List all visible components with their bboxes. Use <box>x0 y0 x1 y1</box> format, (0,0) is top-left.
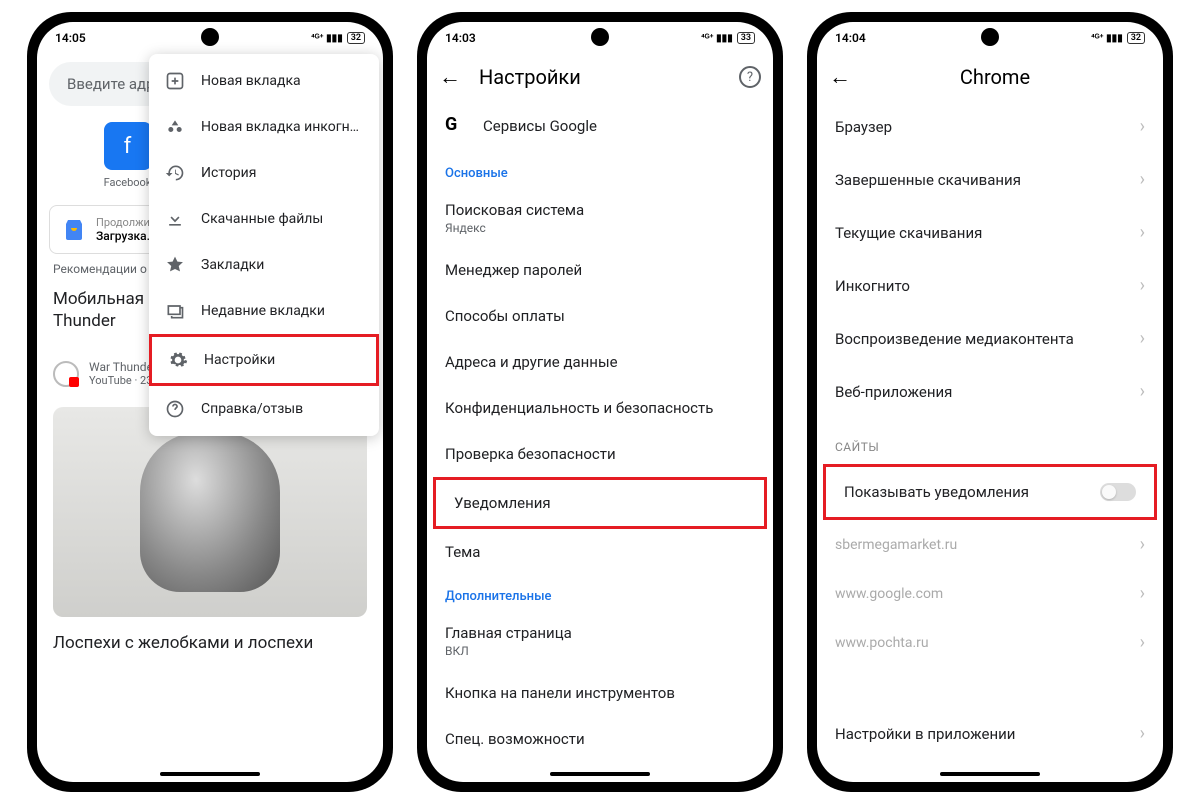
article-title: Мобильная Thunder <box>53 288 144 332</box>
menu-bookmarks[interactable]: Закладки <box>149 242 379 288</box>
overflow-menu: Новая вкладка Новая вкладка инкогн… Исто… <box>149 54 379 436</box>
row-privacy[interactable]: Конфиденциальность и безопасность <box>427 385 773 431</box>
battery-icon: 32 <box>347 32 365 44</box>
continue-sub: Загрузка. <box>96 229 155 243</box>
chevron-right-icon: › <box>1140 632 1145 653</box>
channel-avatar-icon <box>53 361 79 387</box>
help-icon[interactable]: ? <box>739 66 761 88</box>
chevron-right-icon: › <box>1140 723 1145 744</box>
chevron-right-icon: › <box>1140 169 1145 190</box>
status-icons: ⁴ᴳ⁺ ▮▮▮ 33 <box>701 32 755 44</box>
row-payment-methods[interactable]: Способы оплаты <box>427 293 773 339</box>
section-basic: Основные <box>427 152 773 189</box>
row-web-apps[interactable]: Веб-приложения› <box>817 365 1163 418</box>
nav-handle[interactable] <box>160 772 260 776</box>
row-google-services[interactable]: G Сервисы Google <box>427 100 773 152</box>
clock: 14:03 <box>445 31 476 45</box>
article-2-title: Лоспехи с желобками и лоспехи <box>37 625 383 661</box>
nav-handle[interactable] <box>550 772 650 776</box>
row-theme[interactable]: Тема <box>427 529 773 575</box>
row-addresses[interactable]: Адреса и другие данные <box>427 339 773 385</box>
chevron-right-icon: › <box>1140 275 1145 296</box>
row-toolbar-button[interactable]: Кнопка на панели инструментов <box>427 670 773 716</box>
row-safety-check[interactable]: Проверка безопасности <box>427 431 773 477</box>
site-row[interactable]: www.pochta.ru› <box>817 618 1163 667</box>
screen-3: 14:04 ⁴ᴳ⁺ ▮▮▮ 32 ← Chrome Браузер› Завер… <box>817 22 1163 782</box>
row-search-engine[interactable]: Поисковая система Яндекс <box>427 189 773 247</box>
facebook-icon: f <box>104 122 152 170</box>
phone-frame-2: 14:03 ⁴ᴳ⁺ ▮▮▮ 33 ← Настройки ? G Сервисы… <box>417 12 783 792</box>
phone-frame-1: 14:05 ⁴ᴳ⁺ ▮▮▮ 32 Введите адрес f Faceboo… <box>27 12 393 792</box>
signal-icon: ⁴ᴳ⁺ ▮▮▮ <box>311 33 343 44</box>
row-accessibility[interactable]: Спец. возможности <box>427 716 773 762</box>
chevron-right-icon: › <box>1140 222 1145 243</box>
camera-notch <box>981 28 999 46</box>
continue-title: Продолжит <box>96 216 155 229</box>
row-app-settings[interactable]: Настройки в приложении› <box>817 707 1163 760</box>
row-current-downloads[interactable]: Текущие скачивания› <box>817 206 1163 259</box>
section-advanced: Дополнительные <box>427 575 773 612</box>
settings-list[interactable]: G Сервисы Google Основные Поисковая сист… <box>427 100 773 770</box>
google-g-icon: G <box>445 114 469 138</box>
menu-history[interactable]: История <box>149 150 379 196</box>
battery-icon: 32 <box>1127 32 1145 44</box>
header: ← Chrome <box>817 54 1163 100</box>
back-arrow-icon[interactable]: ← <box>829 64 851 90</box>
nav-handle[interactable] <box>940 772 1040 776</box>
menu-downloads[interactable]: Скачанные файлы <box>149 196 379 242</box>
menu-new-tab[interactable]: Новая вкладка <box>149 58 379 104</box>
header: ← Настройки ? <box>427 54 773 100</box>
screen-2: 14:03 ⁴ᴳ⁺ ▮▮▮ 33 ← Настройки ? G Сервисы… <box>427 22 773 782</box>
phone-frame-3: 14:04 ⁴ᴳ⁺ ▮▮▮ 32 ← Chrome Браузер› Завер… <box>807 12 1173 792</box>
notification-categories: Браузер› Завершенные скачивания› Текущие… <box>817 100 1163 418</box>
menu-recent-tabs[interactable]: Недавние вкладки <box>149 288 379 334</box>
page-title: Chrome <box>869 65 1151 89</box>
article-2-image[interactable] <box>53 407 367 617</box>
battery-icon: 33 <box>737 32 755 44</box>
status-icons: ⁴ᴳ⁺ ▮▮▮ 32 <box>311 32 365 44</box>
back-arrow-icon[interactable]: ← <box>439 64 461 90</box>
chevron-right-icon: › <box>1140 381 1145 402</box>
clock: 14:04 <box>835 31 866 45</box>
page-title: Настройки <box>479 65 721 89</box>
chevron-right-icon: › <box>1140 328 1145 349</box>
site-row[interactable]: www.google.com› <box>817 569 1163 618</box>
row-completed-downloads[interactable]: Завершенные скачивания› <box>817 153 1163 206</box>
chevron-right-icon: › <box>1140 534 1145 555</box>
menu-help[interactable]: Справка/отзыв <box>149 386 379 432</box>
row-media-playback[interactable]: Воспроизведение медиаконтента› <box>817 312 1163 365</box>
row-homepage[interactable]: Главная страница ВКЛ <box>427 612 773 670</box>
chevron-right-icon: › <box>1140 116 1145 137</box>
section-sites: САЙТЫ <box>817 418 1163 464</box>
camera-notch <box>201 28 219 46</box>
row-notifications[interactable]: Уведомления <box>433 477 767 529</box>
menu-settings[interactable]: Настройки <box>149 334 379 386</box>
status-icons: ⁴ᴳ⁺ ▮▮▮ 32 <box>1091 32 1145 44</box>
signal-icon: ⁴ᴳ⁺ ▮▮▮ <box>1091 33 1123 44</box>
helmet-illustration <box>140 432 280 592</box>
site-row[interactable]: sbermegamarket.ru› <box>817 520 1163 569</box>
clock: 14:05 <box>55 31 86 45</box>
row-show-notifications[interactable]: Показывать уведомления <box>823 464 1157 520</box>
toggle-switch[interactable] <box>1100 483 1136 501</box>
chevron-right-icon: › <box>1140 583 1145 604</box>
row-browser[interactable]: Браузер› <box>817 100 1163 153</box>
screen-1: 14:05 ⁴ᴳ⁺ ▮▮▮ 32 Введите адрес f Faceboo… <box>37 22 383 782</box>
menu-incognito[interactable]: Новая вкладка инкогн… <box>149 104 379 150</box>
signal-icon: ⁴ᴳ⁺ ▮▮▮ <box>701 33 733 44</box>
row-incognito[interactable]: Инкогнито› <box>817 259 1163 312</box>
camera-notch <box>591 28 609 46</box>
row-password-manager[interactable]: Менеджер паролей <box>427 247 773 293</box>
shopping-bag-icon <box>62 218 86 242</box>
